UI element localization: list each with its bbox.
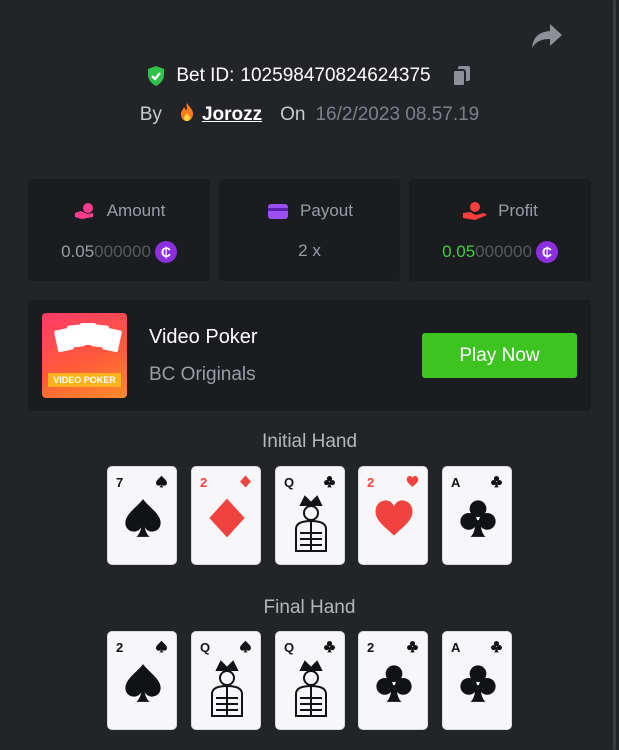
initial-hand-title: Initial Hand (261, 431, 358, 452)
amount-panel: Amount 0.05000000 ₵ (28, 179, 210, 281)
payout-value: 2 x (298, 241, 321, 260)
coin-icon: ₵ (154, 241, 177, 263)
thumb-title: VIDEO POKER (48, 373, 121, 387)
diamonds-corner-icon (240, 475, 251, 488)
final-card-A-clubs: A (443, 632, 511, 729)
initial-card-2-diamonds: 2 (192, 467, 260, 564)
initial-card-A-clubs: A (443, 467, 511, 564)
game-subtitle: BC Originals (149, 364, 256, 385)
card-rank: Q (200, 640, 211, 655)
bet-id-row: Bet ID: 102598470824624375 (0, 64, 619, 88)
card-rank: 2 (367, 640, 375, 655)
money-hand-icon (463, 202, 488, 220)
share-arrow-icon[interactable] (530, 22, 564, 50)
card-rank: 7 (116, 475, 124, 490)
profit-label: Profit (498, 201, 538, 220)
on-label: On (280, 104, 306, 125)
card-rank: 2 (116, 640, 124, 655)
card-rank: 2 (200, 475, 208, 490)
coin-icon: ₵ (535, 241, 558, 263)
payout-label: Payout (300, 201, 353, 220)
clubs-corner-icon (407, 641, 418, 653)
initial-card-2-hearts: 2 (359, 467, 427, 564)
clubs-icon (460, 665, 496, 702)
final-hand-title: Final Hand (263, 597, 356, 618)
play-now-button[interactable]: Play Now (422, 333, 577, 378)
diamonds-icon (209, 498, 245, 538)
hearts-corner-icon (406, 476, 419, 487)
author-row: By Jorozz On 16/2/2023 08.57.19 (0, 102, 619, 128)
queen-face-icon (211, 660, 243, 717)
video-poker-thumbnail[interactable]: VIDEO POKER (42, 313, 127, 398)
wallet-card-icon (268, 204, 289, 219)
card-rank: A (451, 475, 461, 490)
by-label: By (139, 104, 162, 125)
clubs-corner-icon (324, 476, 335, 488)
amount-label: Amount (106, 201, 166, 220)
spades-corner-icon (156, 640, 167, 653)
initial-card-Q-clubs: Q (276, 467, 344, 564)
profit-value-trailing: 000000 (475, 242, 532, 261)
clubs-corner-icon (324, 641, 335, 653)
game-title: Video Poker (149, 326, 258, 348)
card-rank: 2 (367, 475, 375, 490)
copy-icon[interactable] (451, 64, 473, 88)
amount-value: 0.05 (61, 242, 95, 261)
clubs-icon (376, 665, 412, 702)
payout-panel: Payout 2 x (219, 179, 400, 281)
clubs-corner-icon (491, 476, 502, 488)
card-rank: Q (284, 640, 295, 655)
card-rank: A (451, 640, 461, 655)
final-card-2-spades: 2 (108, 632, 176, 729)
profit-value: 0.05 (442, 242, 476, 261)
bet-id-value: 102598470824624375 (240, 65, 431, 86)
queen-face-icon (295, 660, 327, 717)
card-rank: Q (284, 475, 295, 490)
final-card-2-clubs: 2 (359, 632, 427, 729)
spades-icon (125, 499, 161, 537)
shield-check-icon (148, 66, 165, 86)
initial-card-7-spades: 7 (108, 467, 176, 564)
fire-icon (178, 102, 196, 128)
bet-id-label: Bet ID: (176, 65, 235, 86)
final-card-Q-spades: Q (192, 632, 260, 729)
clubs-icon (460, 500, 496, 537)
game-card: VIDEO POKER Video Poker BC Originals Pla… (28, 300, 591, 411)
queen-face-icon (295, 495, 327, 552)
spades-icon (125, 664, 161, 702)
amount-value-trailing: 000000 (94, 242, 151, 261)
coins-hand-icon (74, 203, 93, 219)
bet-date: 16/2/2023 08.57.19 (315, 104, 480, 125)
hearts-icon (375, 500, 413, 536)
username-link[interactable]: Jorozz (202, 104, 262, 126)
spades-corner-icon (240, 640, 251, 653)
spades-corner-icon (156, 475, 167, 488)
final-card-Q-clubs: Q (276, 632, 344, 729)
clubs-corner-icon (491, 641, 502, 653)
profit-panel: Profit 0.05000000 ₵ (409, 179, 591, 281)
